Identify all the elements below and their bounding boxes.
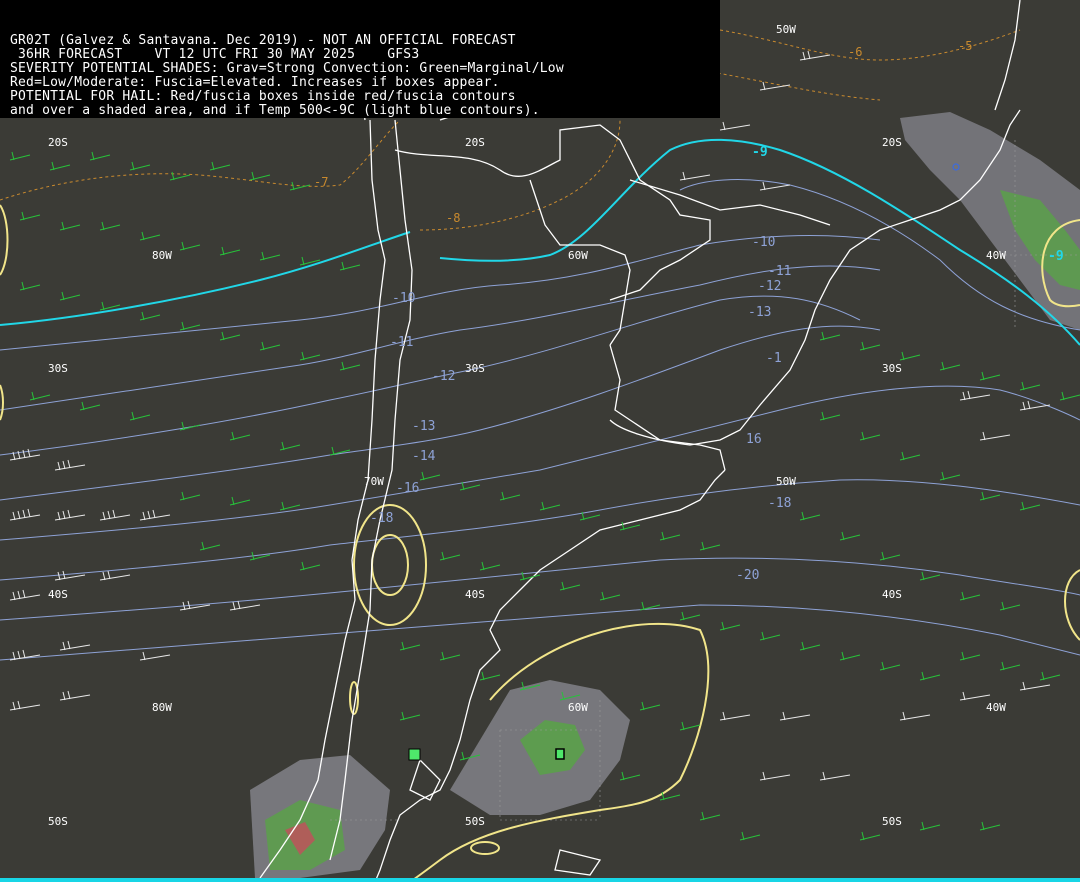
lat-label: 30S [465,362,485,375]
lat-label: 50S [465,815,485,828]
contour-label: -11 [768,264,791,279]
contour-label: -10 [752,235,775,250]
header-severity-line: SEVERITY POTENTIAL SHADES: Grav=Strong C… [10,61,564,76]
bottom-border [0,878,1080,882]
lat-label: 50S [882,815,902,828]
contour-label: -16 [396,481,419,496]
paraguay-border [529,179,631,346]
forecast-map: 20S 20S 20S 30S 30S 30S 40S 40S 40S 50S … [0,0,1080,882]
lon-label: 60W [568,701,588,714]
contour-label: -8 [446,211,460,225]
severity-boxes [408,163,960,761]
lat-label: 40S [465,588,485,601]
header-hail-condition-line: and over a shaded area, and if Temp 500<… [10,103,540,118]
contour-label: -6 [848,45,862,59]
map-canvas: 20S 20S 20S 30S 30S 30S 40S 40S 40S 50S … [0,0,1080,882]
contour-label: -7 [314,175,328,189]
header-color-line: Red=Low/Moderate: Fuscia=Elevated. Incre… [10,75,500,90]
contour-label: -12 [432,369,455,384]
grid-dotted-lines [330,140,1080,821]
contour-label: -9 [1048,249,1064,264]
bolivia-border [394,124,711,301]
contour-label: -1 [766,351,782,366]
contour-label: -18 [768,496,791,511]
contour-label: -18 [370,511,393,526]
lat-label: 20S [465,136,485,149]
lon-label: 50W [776,23,796,36]
wind-barbs-white [9,50,1051,781]
contour-label: -5 [958,39,972,53]
header-title-line: GR02T (Galvez & Santavana. Dec 2019) - N… [10,33,516,48]
lat-label: 20S [882,136,902,149]
contour-label: 16 [746,432,762,447]
lat-label: 30S [48,362,68,375]
green-box-left [408,748,421,761]
lon-label: 60W [568,249,588,262]
contour-label: -11 [390,335,413,350]
brazil-coast-north [994,0,1021,111]
brazil-border [629,179,831,226]
lon-label: 70W [364,475,384,488]
lat-label: 40S [882,588,902,601]
header-hail-line: POTENTIAL FOR HAIL: Red/fuscia boxes ins… [10,89,516,104]
lat-label: 20S [48,136,68,149]
lon-label: 50W [776,475,796,488]
contour-label: -13 [748,305,771,320]
severity-shading [250,112,1080,878]
lat-label: 40S [48,588,68,601]
contour-label: -13 [412,419,435,434]
lon-label: 80W [152,249,172,262]
tierra-del-fuego [409,758,441,801]
lat-label: 50S [48,815,68,828]
contour-label: -20 [736,568,759,583]
lon-label: 80W [152,701,172,714]
header-forecast-line: 36HR FORECAST VT 12 UTC FRI 30 MAY 2025 … [10,47,420,62]
contour-label: -9 [752,145,768,160]
contour-label: -10 [392,291,415,306]
forecast-header: GR02T (Galvez & Santavana. Dec 2019) - N… [0,0,720,118]
falklands [554,849,602,876]
lon-label: 40W [986,701,1006,714]
contour-label: -12 [758,279,781,294]
green-box-right [555,748,565,760]
lat-label: 30S [882,362,902,375]
lon-label: 40W [986,249,1006,262]
argentina-east-border [609,344,726,471]
contour-label: -14 [412,449,436,464]
